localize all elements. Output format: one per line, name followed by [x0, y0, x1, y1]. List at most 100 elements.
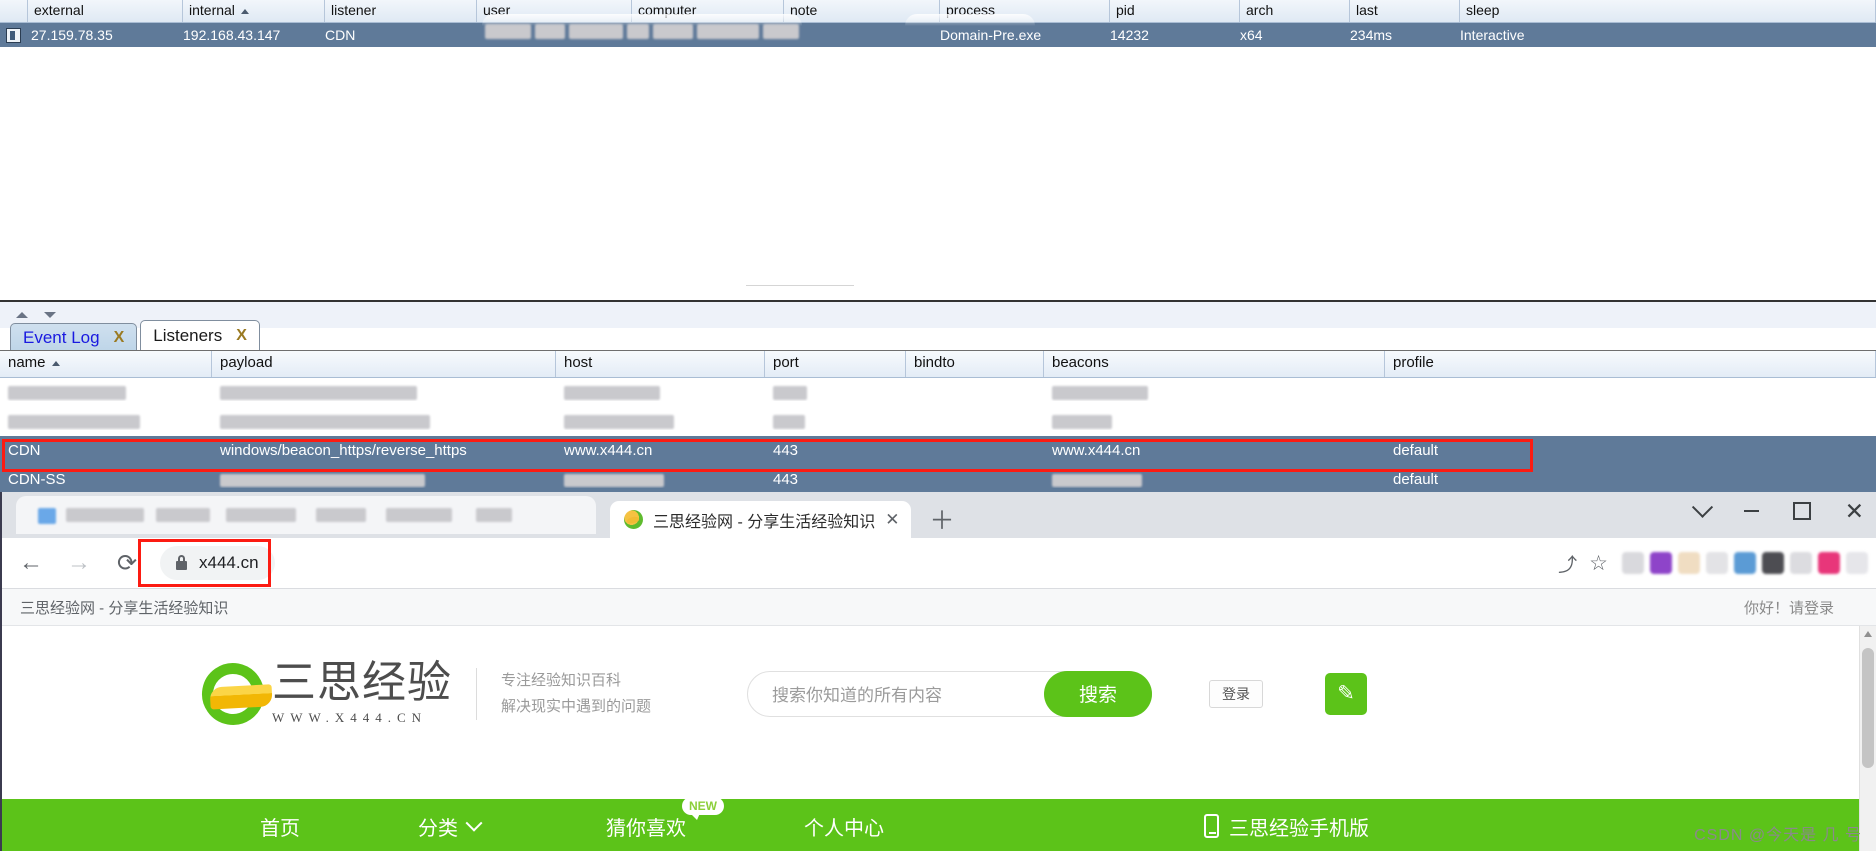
- login-button[interactable]: 登录: [1209, 679, 1264, 708]
- extension-icon-6[interactable]: [1762, 552, 1784, 574]
- beacon-cell-external: 27.159.78.35: [31, 27, 113, 43]
- nav-item-recommend[interactable]: 猜你喜欢 NEW: [606, 796, 724, 841]
- listeners-row-redacted-2[interactable]: [0, 407, 1876, 436]
- page-content: 三思经验 WWW.X444.CN 专注经验知识百科 解决现实中遇到的问题 搜索你…: [2, 626, 1876, 851]
- logo-text-sub: WWW.X444.CN: [272, 710, 428, 725]
- listeners-cell-beacons: www.x444.cn: [1052, 442, 1141, 459]
- maximize-button[interactable]: [1792, 502, 1811, 520]
- beacon-col-user[interactable]: user: [477, 0, 632, 22]
- nav-item-home-label: 首页: [260, 817, 300, 840]
- beacon-cell-arch: x64: [1240, 27, 1263, 43]
- listeners-col-name[interactable]: name: [0, 351, 212, 377]
- listeners-row-partial[interactable]: CDN-SS 443 default: [0, 465, 1876, 492]
- nav-item-category[interactable]: 分类: [418, 812, 483, 841]
- listeners-row-selected[interactable]: CDN windows/beacon_https/reverse_https w…: [0, 436, 1876, 465]
- extension-icon-5[interactable]: [1734, 552, 1756, 574]
- listeners-col-bindto[interactable]: bindto: [906, 351, 1044, 377]
- address-bar[interactable]: x444.cn: [160, 546, 275, 580]
- write-article-button[interactable]: ✎: [1325, 672, 1368, 715]
- forward-button[interactable]: →: [60, 544, 98, 582]
- nav-item-profile[interactable]: 个人中心: [804, 812, 884, 841]
- beacon-col-icon[interactable]: [0, 0, 28, 22]
- minimize-button[interactable]: [1743, 510, 1759, 512]
- reload-button[interactable]: ⟳: [108, 544, 146, 582]
- address-bar-url: x444.cn: [199, 553, 259, 572]
- greeting-login-text[interactable]: 你好！请登录: [1744, 597, 1834, 618]
- bookmark-star-icon[interactable]: ☆: [1589, 551, 1608, 576]
- browser-window: 三思经验网 - 分享生活经验知识 ✕ ＋ ✕ ← → ⟳ x444.cn ⤴ ☆…: [0, 492, 1876, 851]
- listeners-cell-payload: windows/beacon_https/reverse_https: [220, 442, 467, 459]
- search-input[interactable]: 搜索你知道的所有内容: [748, 681, 1044, 706]
- bookmarks-bar: 三思经验网 - 分享生活经验知识 你好！请登录: [2, 589, 1876, 626]
- beacon-col-note[interactable]: note: [784, 0, 940, 22]
- extension-icon-2[interactable]: [1650, 552, 1672, 574]
- browser-tab-title: 三思经验网 - 分享生活经验知识: [653, 513, 876, 531]
- extension-icon-9[interactable]: [1846, 552, 1868, 574]
- back-button[interactable]: ←: [12, 544, 50, 582]
- beacon-col-listener[interactable]: listener: [325, 0, 477, 22]
- tab-listeners[interactable]: Listeners X: [140, 320, 260, 351]
- tab-listeners-label: Listeners: [153, 326, 223, 345]
- nav-item-home[interactable]: 首页: [260, 812, 300, 841]
- beacon-table-row[interactable]: 27.159.78.35 192.168.43.147 CDN Domain-P…: [0, 23, 1876, 47]
- beacon-col-arch[interactable]: arch: [1240, 0, 1350, 22]
- search-button[interactable]: 搜索: [1044, 670, 1153, 717]
- chevron-down-icon: [465, 814, 483, 832]
- beacon-cell-listener: CDN: [325, 27, 356, 43]
- listeners-table: name payload host port bindto beacons pr…: [0, 350, 1876, 492]
- beacon-col-last[interactable]: last: [1350, 0, 1460, 22]
- share-icon[interactable]: ⤴: [1558, 550, 1577, 577]
- slogan-line-2: 解决现实中遇到的问题: [501, 697, 652, 715]
- sort-ascending-icon: [51, 360, 60, 366]
- site-slogan: 专注经验知识百科 解决现实中遇到的问题: [476, 667, 652, 720]
- beacon-col-computer[interactable]: computer: [632, 0, 784, 22]
- logo-mark-icon: [189, 650, 277, 737]
- listeners-col-profile[interactable]: profile: [1385, 351, 1876, 377]
- scroll-up-arrow-icon[interactable]: [1864, 631, 1872, 637]
- lock-icon: [176, 554, 187, 570]
- extension-icon-3[interactable]: [1678, 552, 1700, 574]
- beacon-cell-process: Domain-Pre.exe: [940, 27, 1042, 43]
- beacon-col-pid[interactable]: pid: [1110, 0, 1240, 22]
- listeners-col-host[interactable]: host: [556, 351, 765, 377]
- tab-event-log[interactable]: Event Log X: [10, 323, 138, 351]
- beacon-col-internal[interactable]: internal: [183, 0, 325, 22]
- listeners-cell-port-partial: 443: [773, 471, 799, 488]
- browser-tab-active[interactable]: 三思经验网 - 分享生活经验知识 ✕: [610, 501, 912, 538]
- listeners-cell-name-redacted-2: [0, 413, 212, 430]
- tab-event-log-close-icon[interactable]: X: [114, 329, 125, 347]
- new-tab-button[interactable]: ＋: [929, 509, 954, 534]
- browser-tab-close-icon[interactable]: ✕: [885, 510, 899, 530]
- listeners-cell-payload-redacted-2: [212, 413, 556, 430]
- screenshot-root: external internal listener user computer…: [0, 0, 1876, 851]
- extension-icon-7[interactable]: [1790, 552, 1812, 574]
- window-close-button[interactable]: ✕: [1845, 500, 1864, 523]
- beacon-col-process[interactable]: process: [940, 0, 1110, 22]
- tab-search-chevron-icon[interactable]: [1691, 496, 1713, 518]
- page-scrollbar[interactable]: [1859, 626, 1876, 851]
- scroll-thumb[interactable]: [1862, 648, 1874, 768]
- listeners-row-redacted-1[interactable]: [0, 378, 1876, 407]
- listeners-col-beacons[interactable]: beacons: [1044, 351, 1385, 377]
- bookmark-item[interactable]: 三思经验网 - 分享生活经验知识: [20, 597, 228, 618]
- extension-icon-8[interactable]: [1818, 552, 1840, 574]
- browser-tab-redacted[interactable]: [16, 496, 596, 534]
- listeners-cell-profile: default: [1393, 442, 1439, 459]
- beacon-col-sleep[interactable]: sleep: [1460, 0, 1876, 22]
- tab-event-log-label: Event Log: [23, 327, 100, 347]
- logo-text-block: 三思经验 WWW.X444.CN: [272, 661, 452, 726]
- site-header: 三思经验 WWW.X444.CN 专注经验知识百科 解决现实中遇到的问题 搜索你…: [2, 626, 1876, 761]
- listeners-col-port[interactable]: port: [765, 351, 906, 377]
- beacon-col-external[interactable]: external: [28, 0, 183, 22]
- nav-item-mobile[interactable]: 三思经验手机版: [1204, 812, 1369, 841]
- listeners-cell-port: 443: [773, 442, 799, 459]
- listeners-cell-beacons-partial: [1044, 471, 1385, 488]
- site-logo[interactable]: 三思经验 WWW.X444.CN: [189, 650, 452, 737]
- listeners-table-header: name payload host port bindto beacons pr…: [0, 351, 1876, 378]
- listeners-col-payload[interactable]: payload: [212, 351, 556, 377]
- extension-icon-1[interactable]: [1622, 552, 1644, 574]
- listeners-cell-beacons-redacted-2: [1044, 413, 1385, 430]
- tab-listeners-close-icon[interactable]: X: [236, 327, 247, 345]
- extension-icon-4[interactable]: [1706, 552, 1728, 574]
- listeners-cell-host-redacted-2: [556, 413, 765, 430]
